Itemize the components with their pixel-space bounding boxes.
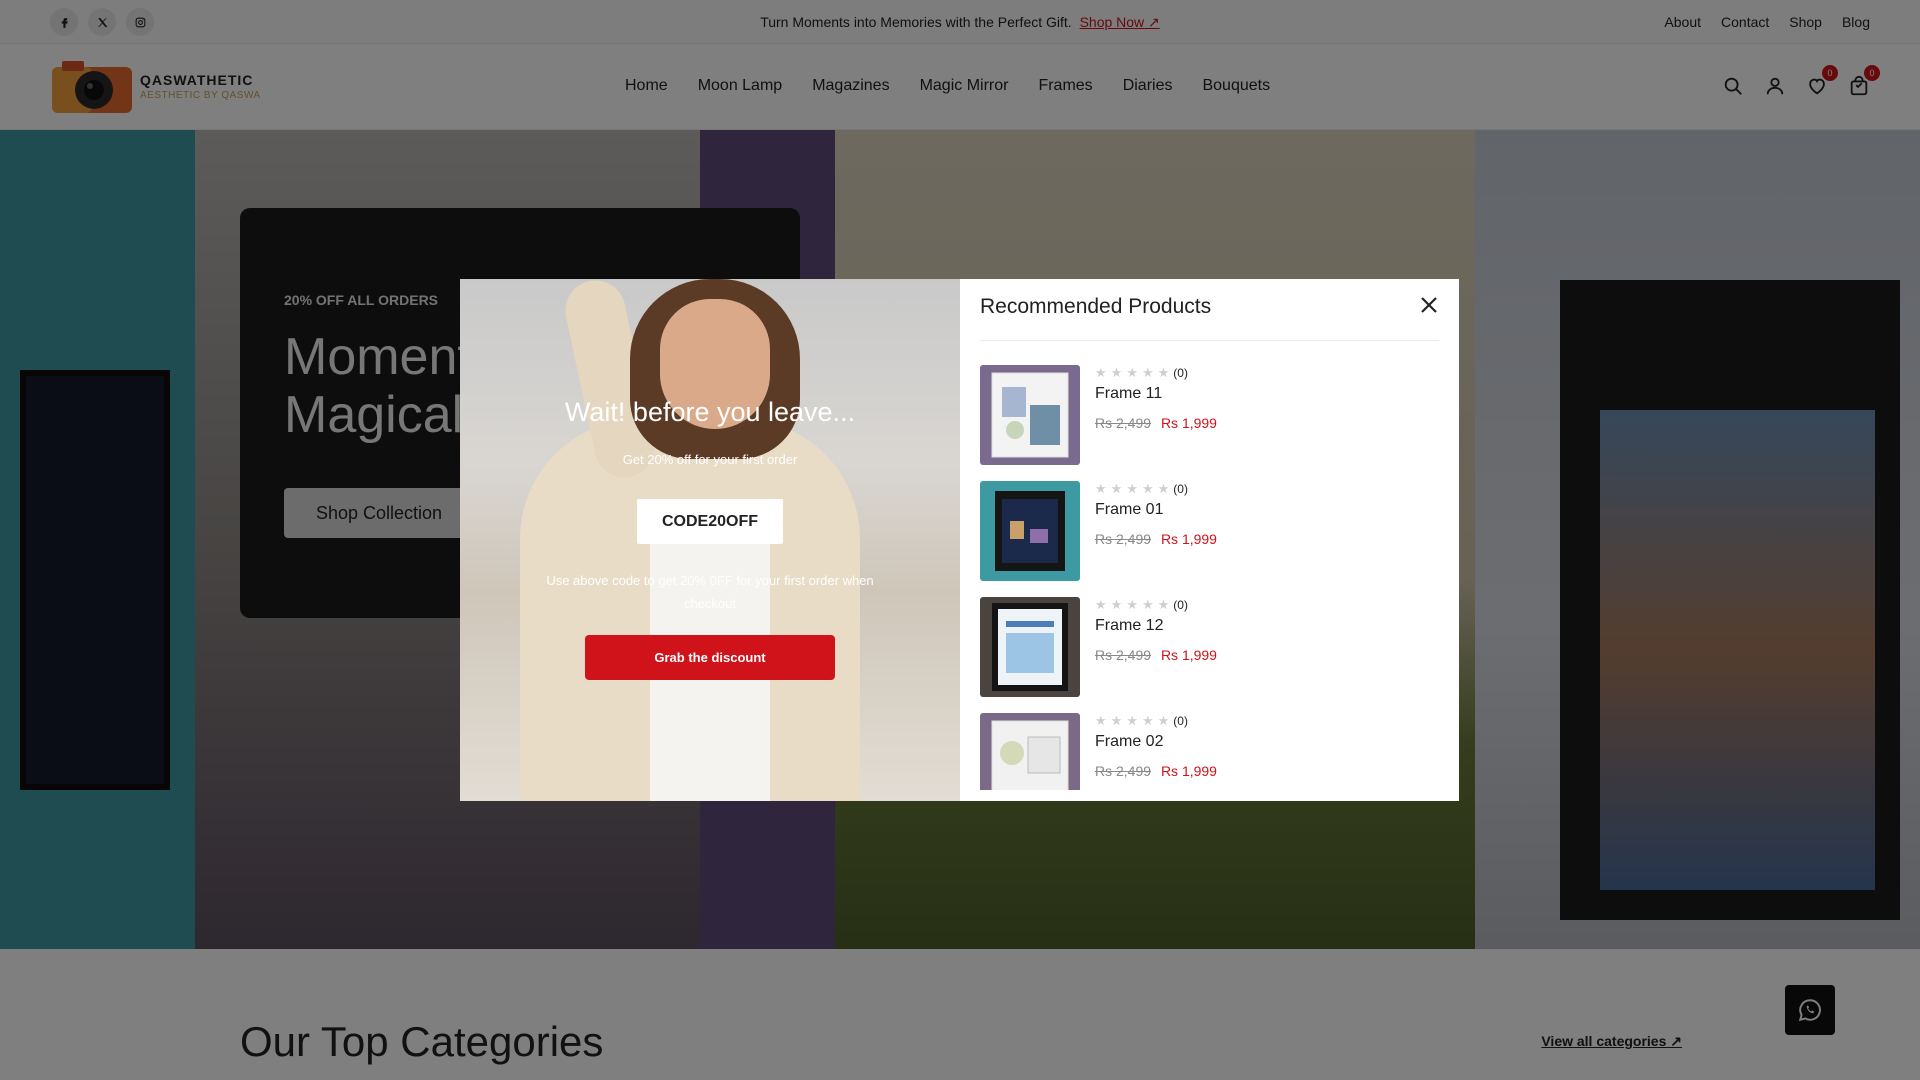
product-item[interactable]: ★ ★ ★ ★ ★ (0) Frame 12 Rs 2,499 Rs 1,999 — [980, 597, 1440, 713]
discount-code[interactable]: CODE20OFF — [637, 499, 783, 544]
product-rating: ★ ★ ★ ★ ★ (0) — [1095, 481, 1188, 497]
recommended-title: Recommended Products — [980, 295, 1212, 318]
star-icon: ★ — [1141, 597, 1154, 612]
product-item[interactable]: ★ ★ ★ ★ ★ (0) Frame 11 Rs 2,499 Rs 1,999 — [980, 365, 1440, 481]
product-name[interactable]: Frame 01 — [1095, 501, 1163, 519]
divider — [980, 340, 1439, 341]
star-icon: ★ — [1141, 481, 1154, 496]
product-thumbnail[interactable] — [980, 481, 1080, 581]
product-item[interactable]: ★ ★ ★ ★ ★ (0) Frame 02 Rs 2,499 Rs 1,999 — [980, 713, 1440, 790]
sale-price: Rs 1,999 — [1160, 415, 1217, 431]
star-icon: ★ — [1157, 597, 1170, 612]
product-name[interactable]: Frame 12 — [1095, 617, 1163, 635]
original-price: Rs 2,499 — [1095, 531, 1152, 547]
product-thumbnail[interactable] — [980, 713, 1080, 790]
product-thumbnail[interactable] — [980, 597, 1080, 697]
original-price: Rs 2,499 — [1095, 763, 1152, 779]
star-icon: ★ — [1110, 597, 1123, 612]
review-count: (0) — [1173, 482, 1188, 496]
star-icon: ★ — [1095, 365, 1107, 380]
grab-discount-button[interactable]: Grab the discount — [585, 635, 835, 680]
review-count: (0) — [1173, 366, 1188, 380]
exit-intent-popup: Wait! before you leave... Get 20% off fo… — [460, 279, 1459, 801]
promo-note: Use above code to get 20% 0FF for your f… — [546, 573, 874, 611]
star-icon: ★ — [1095, 597, 1107, 612]
product-thumbnail[interactable] — [980, 365, 1080, 465]
product-item[interactable]: ★ ★ ★ ★ ★ (0) Frame 01 Rs 2,499 Rs 1,999 — [980, 481, 1440, 597]
promo-title: Wait! before you leave... — [564, 397, 856, 427]
product-price: Rs 2,499 Rs 1,999 — [1095, 647, 1217, 663]
product-price: Rs 2,499 Rs 1,999 — [1095, 415, 1217, 431]
star-icon: ★ — [1110, 365, 1123, 380]
sale-price: Rs 1,999 — [1160, 531, 1217, 547]
star-icon: ★ — [1157, 365, 1170, 380]
original-price: Rs 2,499 — [1095, 647, 1152, 663]
sale-price: Rs 1,999 — [1160, 647, 1217, 663]
promo-content: Wait! before you leave... Get 20% off fo… — [460, 279, 960, 801]
promo-subtitle: Get 20% off for your first order — [622, 452, 798, 467]
product-rating: ★ ★ ★ ★ ★ (0) — [1095, 365, 1188, 381]
sale-price: Rs 1,999 — [1160, 763, 1217, 779]
star-icon: ★ — [1157, 713, 1170, 728]
star-icon: ★ — [1126, 597, 1138, 612]
star-icon: ★ — [1126, 481, 1138, 496]
star-icon: ★ — [1141, 365, 1154, 380]
star-icon: ★ — [1095, 481, 1107, 496]
review-count: (0) — [1173, 714, 1188, 728]
star-icon: ★ — [1095, 713, 1107, 728]
recommended-panel: Recommended Products ★ ★ ★ ★ ★ (0) Frame… — [960, 279, 1459, 801]
star-icon: ★ — [1141, 713, 1154, 728]
product-rating: ★ ★ ★ ★ ★ (0) — [1095, 597, 1188, 613]
recommended-list: ★ ★ ★ ★ ★ (0) Frame 11 Rs 2,499 Rs 1,999 — [980, 365, 1440, 790]
product-price: Rs 2,499 Rs 1,999 — [1095, 531, 1217, 547]
original-price: Rs 2,499 — [1095, 415, 1152, 431]
star-icon: ★ — [1126, 365, 1138, 380]
product-price: Rs 2,499 Rs 1,999 — [1095, 763, 1217, 779]
star-icon: ★ — [1110, 713, 1123, 728]
review-count: (0) — [1173, 598, 1188, 612]
star-icon: ★ — [1110, 481, 1123, 496]
close-icon[interactable] — [1417, 293, 1441, 317]
promo-panel: Wait! before you leave... Get 20% off fo… — [460, 279, 960, 801]
product-name[interactable]: Frame 11 — [1095, 385, 1162, 403]
star-icon: ★ — [1126, 713, 1138, 728]
star-icon: ★ — [1157, 481, 1170, 496]
product-rating: ★ ★ ★ ★ ★ (0) — [1095, 713, 1188, 729]
product-name[interactable]: Frame 02 — [1095, 733, 1163, 751]
